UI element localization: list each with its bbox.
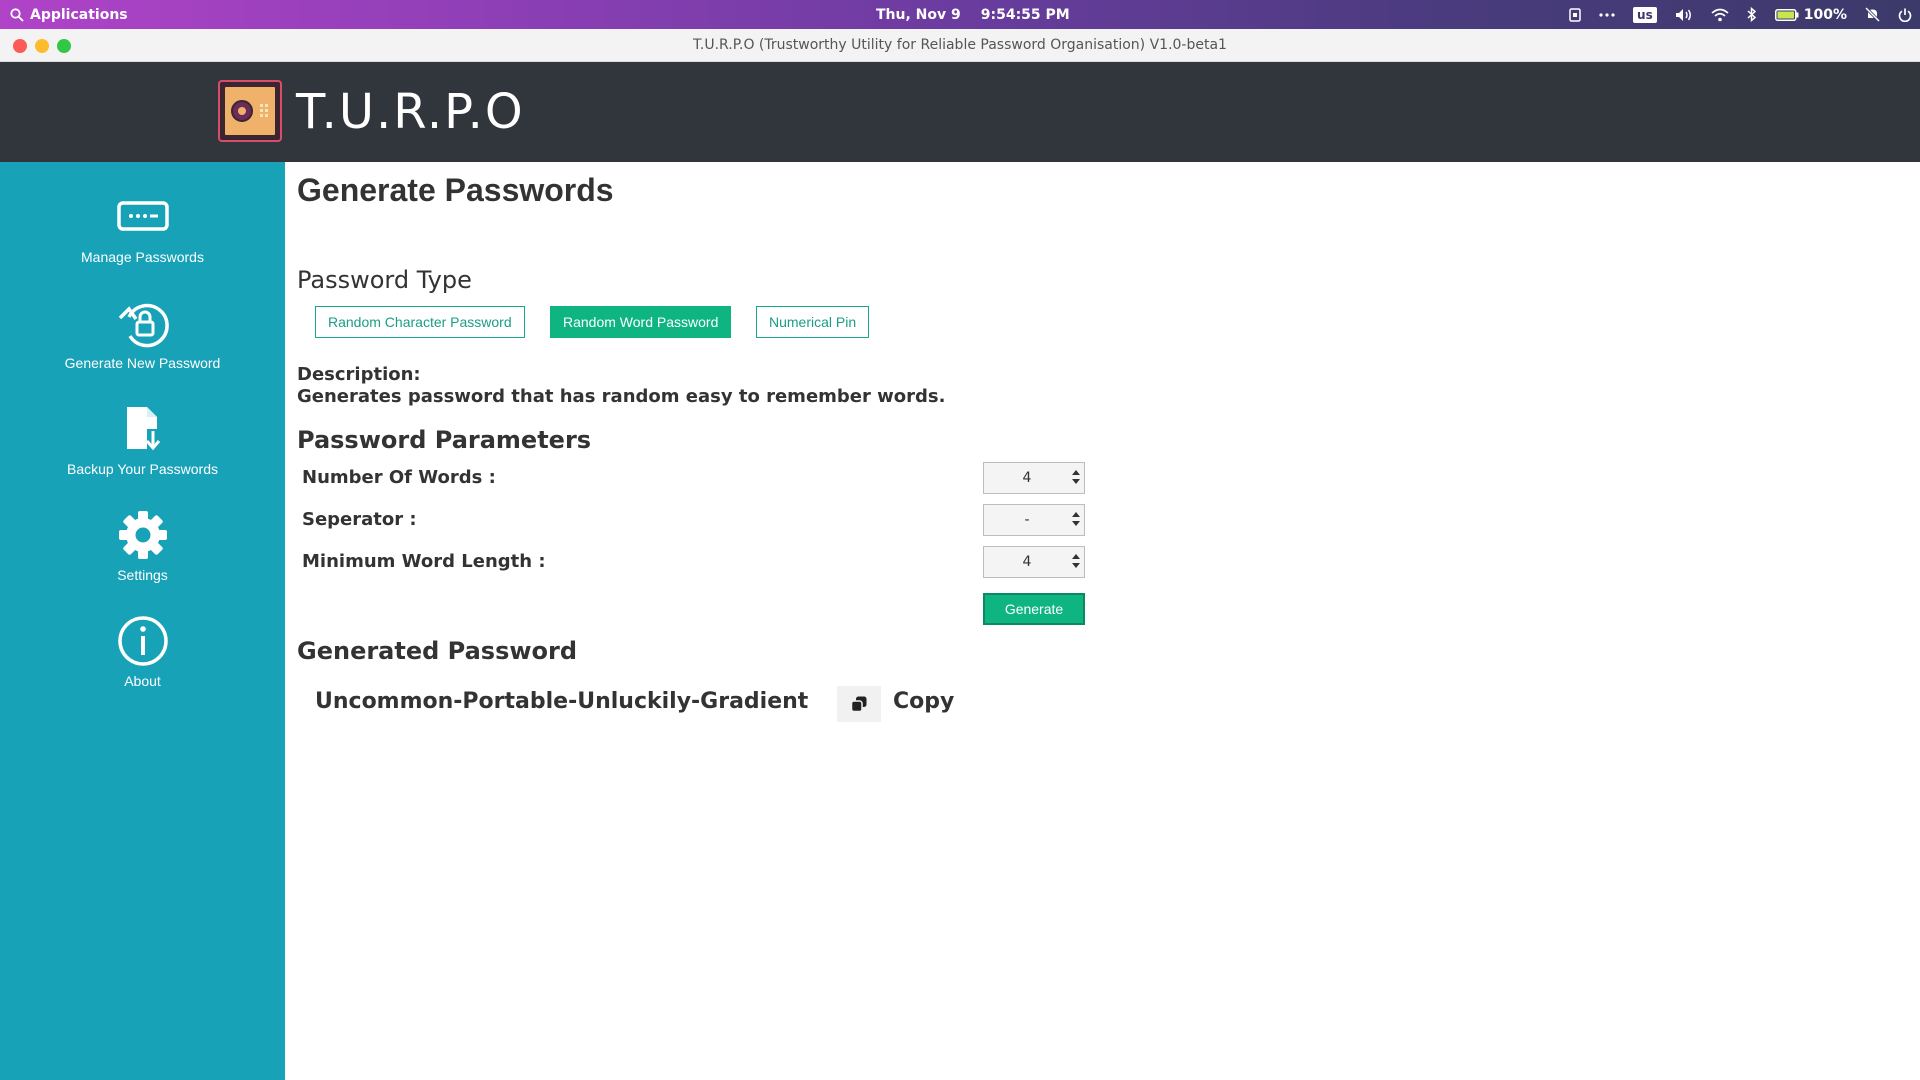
battery-indicator[interactable]: 100%	[1774, 6, 1847, 23]
decrement-arrow-icon[interactable]	[1072, 479, 1080, 484]
password-dots-icon	[116, 201, 169, 231]
numerical-pin-button[interactable]: Numerical Pin	[756, 306, 870, 338]
copy-label[interactable]: Copy	[893, 689, 954, 714]
random-word-password-button[interactable]: Random Word Password	[550, 306, 732, 338]
sidebar-item-backup-passwords[interactable]: Backup Your Passwords	[0, 399, 285, 499]
password-type-heading: Password Type	[297, 266, 472, 294]
app-logo	[218, 80, 282, 142]
window-title: T.U.R.P.O (Trustworthy Utility for Relia…	[693, 37, 1227, 53]
sidebar: Manage Passwords Generate New Password B…	[0, 162, 285, 1080]
increment-arrow-icon[interactable]	[1072, 512, 1080, 517]
description-label: Description:	[297, 364, 421, 385]
info-icon	[117, 616, 168, 666]
increment-arrow-icon[interactable]	[1072, 554, 1080, 559]
app-header: T.U.R.P.O	[0, 62, 1920, 162]
generated-password-text: Uncommon-Portable-Unluckily-Gradient	[315, 689, 809, 714]
time-text: 9:54:55 PM	[980, 6, 1070, 23]
system-top-bar: Applications Thu, Nov 9 9:54:55 PM us 10…	[0, 0, 1920, 29]
description-text: Generates password that has random easy …	[297, 386, 946, 407]
spinner-arrows[interactable]	[1072, 468, 1080, 488]
sidebar-item-settings[interactable]: Settings	[0, 505, 285, 605]
file-download-icon	[126, 407, 163, 453]
battery-percent: 100%	[1803, 6, 1847, 23]
password-parameters-heading: Password Parameters	[297, 426, 592, 454]
clock[interactable]: Thu, Nov 9 9:54:55 PM	[876, 0, 1070, 29]
bluetooth-icon[interactable]	[1747, 7, 1757, 22]
volume-icon[interactable]	[1675, 8, 1693, 22]
sidebar-item-manage-passwords[interactable]: Manage Passwords	[0, 187, 285, 287]
applications-menu[interactable]: Applications	[10, 0, 128, 29]
app-name: T.U.R.P.O	[296, 84, 525, 140]
sidebar-item-generate-new-password[interactable]: Generate New Password	[0, 293, 285, 393]
minimum-word-length-input[interactable]	[984, 547, 1070, 577]
copy-button[interactable]	[837, 686, 881, 722]
search-icon	[10, 7, 24, 22]
separator-label: Seperator :	[302, 509, 417, 530]
safe-logo-icon	[223, 85, 277, 137]
generate-button[interactable]: Generate	[983, 593, 1085, 625]
generated-password-heading: Generated Password	[297, 637, 578, 665]
sidebar-item-label: Backup Your Passwords	[67, 461, 218, 477]
keyboard-layout-indicator[interactable]: us	[1633, 6, 1657, 23]
spinner-arrows[interactable]	[1072, 552, 1080, 572]
sidebar-item-label: About	[124, 673, 161, 689]
rotate-lock-icon	[118, 303, 169, 348]
spinner-arrows[interactable]	[1072, 510, 1080, 530]
minimum-word-length-spinner[interactable]	[983, 546, 1085, 578]
sidebar-item-about[interactable]: About	[0, 611, 285, 711]
number-of-words-label: Number Of Words :	[302, 467, 496, 488]
separator-spinner[interactable]	[983, 504, 1085, 536]
number-of-words-spinner[interactable]	[983, 462, 1085, 494]
battery-icon	[1774, 8, 1799, 21]
sidebar-item-label: Manage Passwords	[81, 249, 204, 265]
random-character-password-button[interactable]: Random Character Password	[315, 306, 525, 338]
power-icon[interactable]	[1898, 8, 1912, 22]
description-block: Description: Generates password that has…	[297, 364, 945, 408]
decrement-arrow-icon[interactable]	[1072, 521, 1080, 526]
window-title-bar[interactable]: T.U.R.P.O (Trustworthy Utility for Relia…	[0, 29, 1920, 62]
notifications-muted-icon[interactable]	[1865, 7, 1880, 22]
separator-input[interactable]	[984, 505, 1070, 535]
sidebar-item-label: Settings	[117, 567, 168, 583]
screen-record-icon[interactable]	[1569, 7, 1581, 22]
page-title: Generate Passwords	[297, 172, 614, 208]
copy-icon	[850, 696, 867, 713]
increment-arrow-icon[interactable]	[1072, 470, 1080, 475]
minimum-word-length-label: Minimum Word Length :	[302, 551, 546, 572]
gear-icon	[118, 511, 167, 559]
decrement-arrow-icon[interactable]	[1072, 563, 1080, 568]
applications-label: Applications	[30, 6, 128, 23]
system-tray: us 100%	[1569, 0, 1912, 29]
sidebar-item-label: Generate New Password	[64, 355, 221, 371]
main-content: Generate Passwords Password Type Random …	[285, 162, 1920, 1080]
more-dots-icon[interactable]	[1599, 12, 1615, 17]
wifi-icon[interactable]	[1711, 8, 1729, 22]
number-of-words-input[interactable]	[984, 463, 1070, 493]
date-text: Thu, Nov 9	[876, 6, 961, 23]
